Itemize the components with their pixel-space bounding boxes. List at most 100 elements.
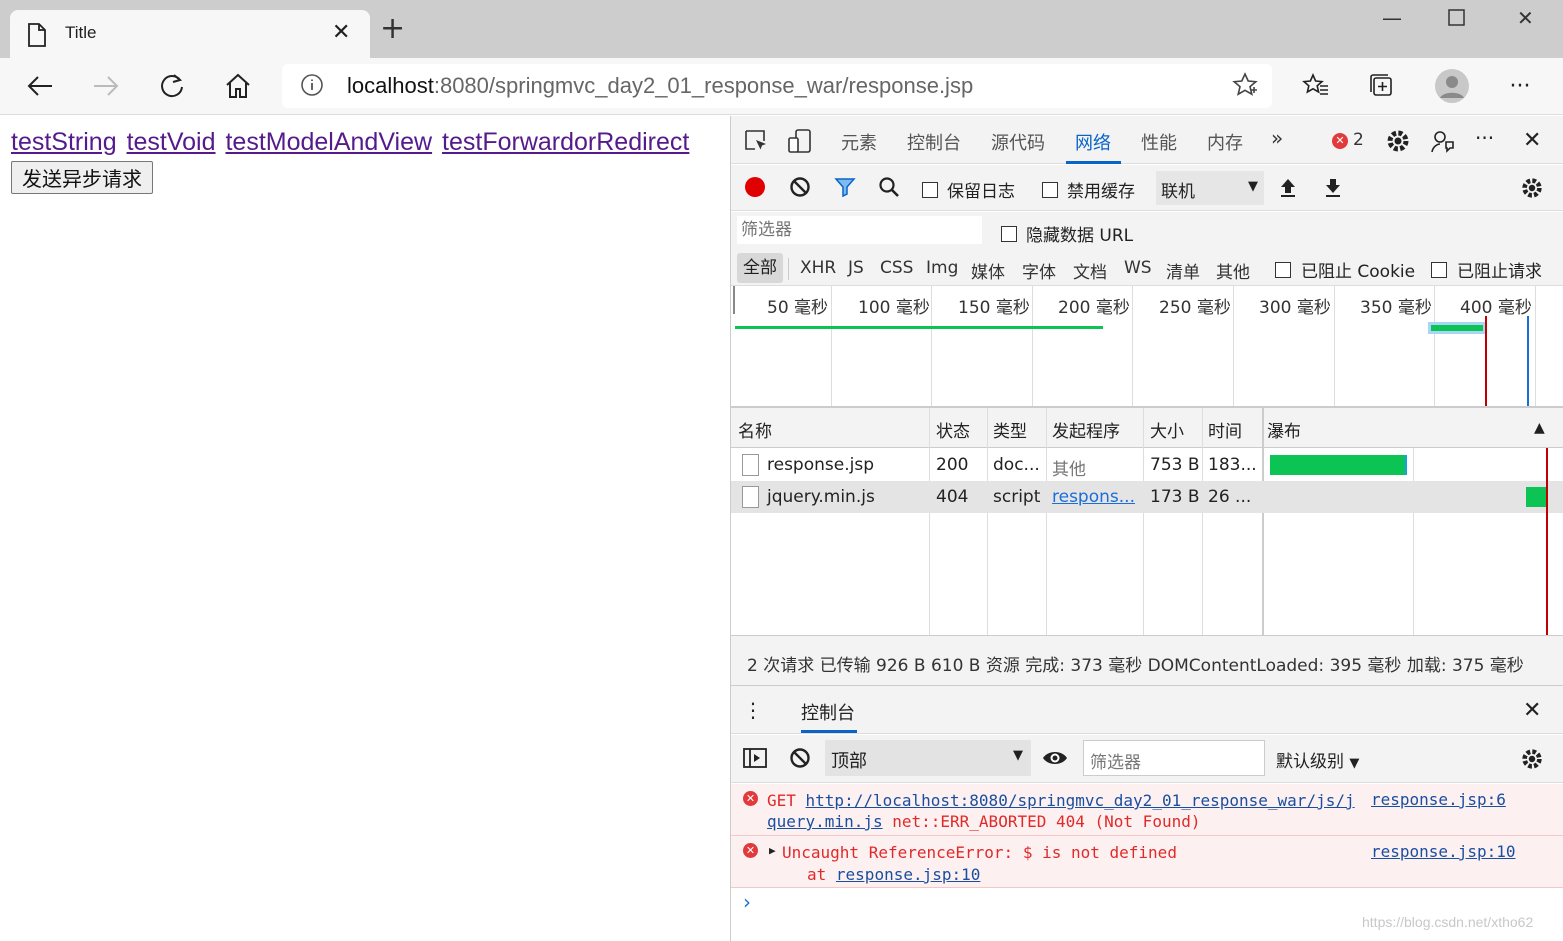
link-test-forward-or-redirect[interactable]: testForwardorRedirect bbox=[442, 128, 689, 156]
clear-icon[interactable] bbox=[789, 176, 811, 202]
show-sidebar-icon[interactable] bbox=[743, 747, 767, 773]
col-status[interactable]: 状态 bbox=[936, 417, 970, 442]
close-window-button[interactable]: ✕ bbox=[1517, 6, 1534, 30]
type-font[interactable]: 字体 bbox=[1022, 258, 1056, 283]
blocked-cookie-option[interactable]: 已阻止 Cookie bbox=[1275, 257, 1415, 282]
favorite-star-icon[interactable] bbox=[1232, 72, 1258, 102]
customize-more-icon[interactable]: ··· bbox=[1475, 126, 1494, 150]
feedback-icon[interactable] bbox=[1429, 128, 1455, 158]
col-type[interactable]: 类型 bbox=[993, 417, 1027, 442]
row-initiator-link[interactable]: respons... bbox=[1052, 487, 1135, 507]
eye-icon[interactable] bbox=[1042, 748, 1068, 772]
stack-link[interactable]: response.jsp:10 bbox=[836, 865, 981, 884]
network-settings-gear-icon[interactable] bbox=[1520, 176, 1544, 204]
error-url-link[interactable]: http://localhost:8080/springmvc_day2_01_… bbox=[806, 791, 1355, 810]
col-waterfall[interactable]: 瀑布 bbox=[1267, 417, 1301, 442]
disable-cache-option[interactable]: 禁用缓存 bbox=[1042, 177, 1135, 202]
gear-icon[interactable] bbox=[1385, 128, 1411, 158]
expand-triangle-icon[interactable]: ▶ bbox=[769, 844, 776, 857]
source-link[interactable]: response.jsp:10 bbox=[1371, 842, 1516, 861]
settings-more-icon[interactable]: ··· bbox=[1502, 68, 1538, 104]
disable-cache-checkbox[interactable] bbox=[1042, 181, 1058, 198]
console-filter-input[interactable]: 筛选器 bbox=[1083, 740, 1265, 776]
context-select[interactable]: 顶部 ▼ bbox=[825, 740, 1031, 776]
col-size[interactable]: 大小 bbox=[1150, 417, 1184, 442]
table-row[interactable]: jquery.min.js 404 script respons... 173 … bbox=[731, 481, 1563, 513]
favorites-icon[interactable] bbox=[1298, 68, 1334, 104]
close-tab-icon[interactable]: ✕ bbox=[332, 20, 350, 45]
tab-sources[interactable]: 源代码 bbox=[991, 129, 1045, 155]
type-media[interactable]: 媒体 bbox=[971, 258, 1005, 283]
tab-memory[interactable]: 内存 bbox=[1207, 129, 1243, 155]
device-emulation-icon[interactable] bbox=[787, 128, 813, 158]
home-button[interactable] bbox=[220, 68, 256, 104]
network-filter-input[interactable] bbox=[737, 216, 982, 244]
search-icon[interactable] bbox=[878, 176, 900, 202]
drawer-menu-icon[interactable]: ⋮ bbox=[743, 698, 763, 722]
minimize-button[interactable]: — bbox=[1382, 6, 1402, 30]
type-css[interactable]: CSS bbox=[880, 258, 913, 278]
blocked-requests-option[interactable]: 已阻止请求 bbox=[1431, 257, 1542, 282]
profile-avatar[interactable] bbox=[1432, 66, 1472, 106]
console-prompt-icon[interactable]: › bbox=[743, 890, 751, 914]
inspect-element-icon[interactable] bbox=[743, 128, 769, 158]
blocked-requests-checkbox[interactable] bbox=[1431, 261, 1447, 278]
tab-elements[interactable]: 元素 bbox=[841, 129, 877, 155]
col-name[interactable]: 名称 bbox=[738, 417, 772, 442]
send-async-request-button[interactable]: 发送异步请求 bbox=[11, 161, 153, 194]
type-ws[interactable]: WS bbox=[1124, 258, 1152, 278]
type-xhr[interactable]: XHR bbox=[800, 258, 836, 278]
filter-icon[interactable] bbox=[834, 176, 856, 202]
import-har-icon[interactable] bbox=[1277, 176, 1299, 202]
browser-tab[interactable]: Title ✕ bbox=[10, 10, 370, 58]
refresh-button[interactable] bbox=[154, 68, 190, 104]
forward-button[interactable] bbox=[88, 68, 124, 104]
clear-console-icon[interactable] bbox=[789, 747, 811, 773]
blocked-cookie-checkbox[interactable] bbox=[1275, 261, 1291, 278]
overview-left-handle[interactable] bbox=[733, 286, 735, 314]
error-text: Uncaught ReferenceError: $ is not define… bbox=[782, 842, 1177, 886]
link-test-void[interactable]: testVoid bbox=[127, 128, 216, 156]
row-name: response.jsp bbox=[767, 455, 874, 475]
network-overview-timeline[interactable]: 50 毫秒 100 毫秒 150 毫秒 200 毫秒 250 毫秒 300 毫秒… bbox=[731, 286, 1563, 408]
sort-ascending-icon[interactable]: ▲ bbox=[1534, 420, 1545, 436]
hide-data-url-option[interactable]: 隐藏数据 URL bbox=[1001, 221, 1133, 246]
type-all[interactable]: 全部 bbox=[737, 253, 783, 283]
back-button[interactable] bbox=[22, 68, 58, 104]
new-tab-button[interactable]: + bbox=[380, 14, 405, 44]
source-link[interactable]: response.jsp:6 bbox=[1371, 790, 1506, 809]
log-level-select[interactable]: 默认级别 ▼ bbox=[1276, 747, 1359, 772]
preserve-log-option[interactable]: 保留日志 bbox=[922, 177, 1015, 202]
col-initiator[interactable]: 发起程序 bbox=[1052, 417, 1120, 442]
link-test-string[interactable]: testString bbox=[11, 128, 117, 156]
type-js[interactable]: JS bbox=[848, 258, 864, 278]
close-devtools-icon[interactable]: ✕ bbox=[1523, 128, 1541, 153]
link-test-model-and-view[interactable]: testModelAndView bbox=[225, 128, 432, 156]
more-tabs-icon[interactable]: » bbox=[1271, 126, 1283, 150]
preserve-log-checkbox[interactable] bbox=[922, 181, 938, 198]
address-bar[interactable]: localhost:8080/springmvc_day2_01_respons… bbox=[282, 64, 1272, 108]
export-har-icon[interactable] bbox=[1322, 176, 1344, 202]
tab-network[interactable]: 网络 bbox=[1075, 129, 1111, 155]
type-doc[interactable]: 文档 bbox=[1073, 258, 1107, 283]
collections-icon[interactable] bbox=[1364, 68, 1400, 104]
record-button[interactable] bbox=[745, 177, 765, 197]
hide-data-url-checkbox[interactable] bbox=[1001, 225, 1017, 242]
drawer-tab-console[interactable]: 控制台 bbox=[801, 699, 855, 725]
url-text[interactable]: localhost:8080/springmvc_day2_01_respons… bbox=[347, 73, 973, 99]
info-icon[interactable] bbox=[300, 73, 324, 101]
error-icon[interactable]: ✕ bbox=[1332, 133, 1348, 149]
tab-performance[interactable]: 性能 bbox=[1141, 129, 1177, 155]
console-settings-gear-icon[interactable] bbox=[1520, 747, 1544, 775]
tab-console[interactable]: 控制台 bbox=[907, 129, 961, 155]
col-time[interactable]: 时间 bbox=[1208, 417, 1242, 442]
type-other[interactable]: 其他 bbox=[1216, 258, 1250, 283]
error-count[interactable]: 2 bbox=[1353, 130, 1364, 150]
error-url-link-continued[interactable]: query.min.js bbox=[767, 812, 883, 831]
throttle-select[interactable]: 联机 ▼ bbox=[1156, 171, 1264, 205]
type-manifest[interactable]: 清单 bbox=[1166, 258, 1200, 283]
maximize-button[interactable] bbox=[1448, 8, 1466, 32]
table-row[interactable]: response.jsp 200 doc... 其他 753 B 183... bbox=[731, 449, 1563, 481]
close-drawer-icon[interactable]: ✕ bbox=[1523, 698, 1541, 723]
type-img[interactable]: Img bbox=[926, 258, 958, 278]
